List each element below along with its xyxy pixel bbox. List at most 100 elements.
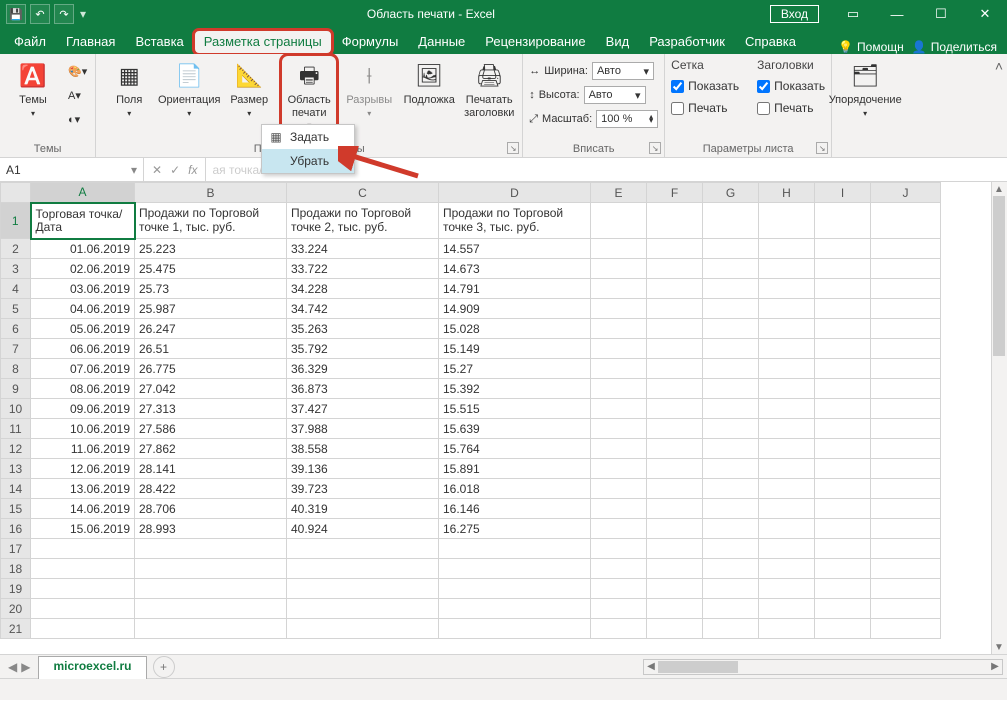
cell[interactable]: 04.06.2019 — [31, 299, 135, 319]
cell[interactable] — [135, 579, 287, 599]
fx-icon[interactable]: fх — [188, 163, 197, 177]
cell[interactable]: 15.06.2019 — [31, 519, 135, 539]
cell[interactable] — [815, 559, 871, 579]
cell[interactable] — [759, 459, 815, 479]
cell[interactable] — [759, 379, 815, 399]
cell[interactable] — [759, 579, 815, 599]
breaks-button[interactable]: ⟊Разрывы▾ — [342, 56, 396, 118]
cell[interactable]: 05.06.2019 — [31, 319, 135, 339]
cell[interactable] — [31, 539, 135, 559]
cell[interactable] — [871, 599, 941, 619]
cell[interactable]: 12.06.2019 — [31, 459, 135, 479]
cell[interactable] — [31, 599, 135, 619]
cell[interactable]: Продажи по Торговой точке 2, тыс. руб. — [287, 203, 439, 239]
gridlines-view-checkbox[interactable]: Показать — [671, 76, 739, 96]
cell[interactable]: 09.06.2019 — [31, 399, 135, 419]
column-header[interactable]: E — [591, 183, 647, 203]
cell[interactable] — [815, 339, 871, 359]
cell[interactable]: 33.722 — [287, 259, 439, 279]
cell[interactable]: 27.042 — [135, 379, 287, 399]
column-header[interactable]: J — [871, 183, 941, 203]
row-header[interactable]: 13 — [1, 459, 31, 479]
scroll-right-icon[interactable]: ▶ — [988, 660, 1002, 674]
cell[interactable] — [703, 479, 759, 499]
vertical-scrollbar[interactable]: ▲ ▼ — [991, 182, 1007, 654]
select-all-corner[interactable] — [1, 183, 31, 203]
cell[interactable] — [871, 399, 941, 419]
cell[interactable] — [759, 479, 815, 499]
cell[interactable]: 40.319 — [287, 499, 439, 519]
cell[interactable] — [759, 259, 815, 279]
cell[interactable] — [759, 339, 815, 359]
column-header[interactable]: G — [703, 183, 759, 203]
cell[interactable] — [815, 419, 871, 439]
cell[interactable] — [591, 579, 647, 599]
cell[interactable] — [287, 619, 439, 639]
cell[interactable]: 36.873 — [287, 379, 439, 399]
tab-view[interactable]: Вид — [596, 30, 640, 54]
tab-review[interactable]: Рецензирование — [475, 30, 595, 54]
cell[interactable] — [135, 619, 287, 639]
cell[interactable] — [815, 299, 871, 319]
cell[interactable] — [871, 259, 941, 279]
cell[interactable]: 14.673 — [439, 259, 591, 279]
cell[interactable] — [647, 479, 703, 499]
cell[interactable] — [815, 319, 871, 339]
cell[interactable] — [815, 379, 871, 399]
row-header[interactable]: 17 — [1, 539, 31, 559]
tab-developer[interactable]: Разработчик — [639, 30, 735, 54]
cell[interactable] — [815, 459, 871, 479]
cell[interactable] — [591, 519, 647, 539]
cell[interactable] — [31, 579, 135, 599]
width-dropdown[interactable]: Авто▾ — [592, 62, 654, 80]
cell[interactable]: 15.891 — [439, 459, 591, 479]
cell[interactable] — [871, 203, 941, 239]
cell[interactable] — [591, 419, 647, 439]
cell[interactable] — [703, 439, 759, 459]
cell[interactable] — [871, 499, 941, 519]
cell[interactable]: 15.028 — [439, 319, 591, 339]
cell[interactable] — [591, 479, 647, 499]
row-header[interactable]: 14 — [1, 479, 31, 499]
cell[interactable]: 28.706 — [135, 499, 287, 519]
collapse-ribbon-icon[interactable]: ˄ — [995, 58, 1003, 74]
cell[interactable]: 01.06.2019 — [31, 239, 135, 259]
cell[interactable]: 26.247 — [135, 319, 287, 339]
cell[interactable] — [703, 359, 759, 379]
scroll-thumb[interactable] — [993, 196, 1005, 356]
cell[interactable] — [815, 259, 871, 279]
cell[interactable] — [759, 239, 815, 259]
cell[interactable]: 25.73 — [135, 279, 287, 299]
cell[interactable]: 38.558 — [287, 439, 439, 459]
cell[interactable] — [871, 359, 941, 379]
cell[interactable] — [647, 619, 703, 639]
cell[interactable]: 07.06.2019 — [31, 359, 135, 379]
row-header[interactable]: 10 — [1, 399, 31, 419]
cell[interactable] — [871, 279, 941, 299]
cell[interactable]: 37.427 — [287, 399, 439, 419]
cell[interactable] — [871, 439, 941, 459]
cell[interactable] — [871, 619, 941, 639]
column-header[interactable]: F — [647, 183, 703, 203]
cell[interactable] — [647, 579, 703, 599]
cell[interactable] — [759, 399, 815, 419]
cell[interactable] — [647, 439, 703, 459]
cell[interactable] — [759, 499, 815, 519]
row-header[interactable]: 1 — [1, 203, 31, 239]
cell[interactable]: 03.06.2019 — [31, 279, 135, 299]
theme-effects-button[interactable]: ◐▾ — [66, 108, 89, 130]
column-header[interactable]: I — [815, 183, 871, 203]
cell[interactable] — [815, 239, 871, 259]
cell[interactable] — [703, 459, 759, 479]
cell[interactable] — [703, 379, 759, 399]
cell[interactable]: 15.515 — [439, 399, 591, 419]
cell[interactable] — [815, 599, 871, 619]
cell[interactable] — [591, 459, 647, 479]
cell[interactable] — [759, 619, 815, 639]
cell[interactable] — [591, 619, 647, 639]
row-header[interactable]: 19 — [1, 579, 31, 599]
cell[interactable]: 40.924 — [287, 519, 439, 539]
cell[interactable]: 14.791 — [439, 279, 591, 299]
tab-file[interactable]: Файл — [4, 30, 56, 54]
cell[interactable]: 35.792 — [287, 339, 439, 359]
